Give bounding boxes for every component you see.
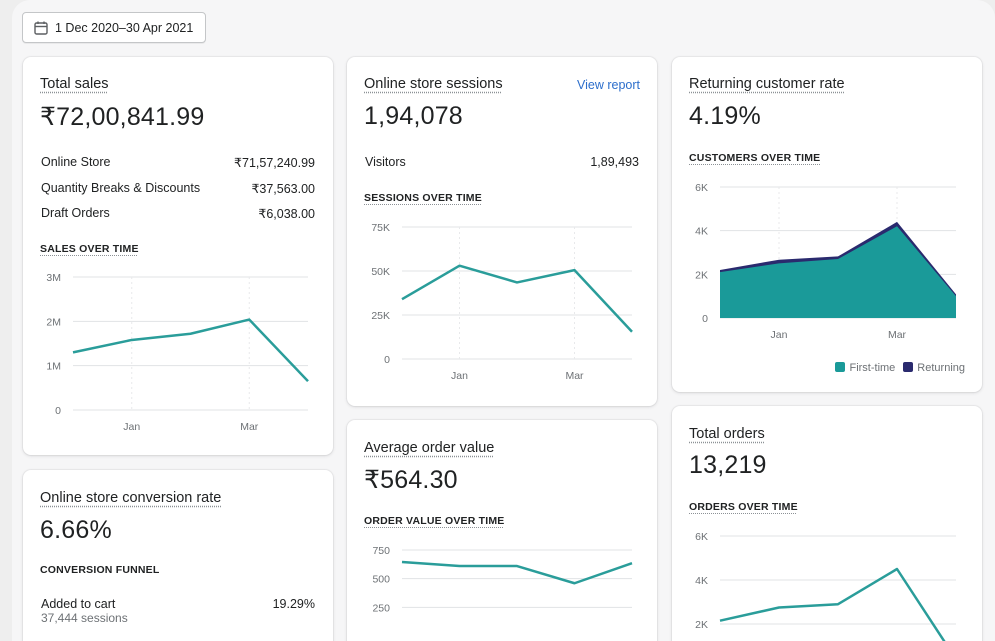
date-range-label: 1 Dec 2020–30 Apr 2021 bbox=[55, 21, 193, 35]
sessions-card: Online store sessions View report 1,94,0… bbox=[347, 57, 657, 406]
legend-first-time-label: First-time bbox=[849, 362, 895, 374]
returning-rate-card: Returning customer rate 4.19% CUSTOMERS … bbox=[672, 57, 982, 392]
first-time-area bbox=[720, 226, 956, 318]
sales-row-value: ₹37,563.00 bbox=[251, 181, 315, 196]
sessions-row: Visitors 1,89,493 bbox=[365, 155, 639, 169]
customers-over-time-chart: 6K 4K 2K 0 Jan Mar bbox=[672, 167, 982, 347]
legend-first-time: First-time bbox=[835, 362, 895, 374]
returning-value: 4.19% bbox=[689, 102, 761, 131]
sales-row-label: Quantity Breaks & Discounts bbox=[41, 181, 200, 196]
y-tick-label: 250 bbox=[372, 602, 390, 614]
calendar-icon bbox=[34, 21, 48, 35]
orders-over-time-label: ORDERS OVER TIME bbox=[689, 501, 798, 513]
customers-legend: First-time Returning bbox=[835, 362, 965, 374]
sales-row-value: ₹6,038.00 bbox=[258, 206, 315, 221]
total-sales-title[interactable]: Total sales bbox=[40, 76, 109, 92]
series-line bbox=[73, 320, 308, 382]
y-tick-label: 50K bbox=[371, 266, 390, 278]
funnel-row-sessions: 37,444 sessions bbox=[41, 611, 128, 625]
order-value-over-time-chart: 750 500 250 bbox=[347, 530, 657, 641]
y-tick-label: 3M bbox=[46, 272, 61, 284]
aov-value: ₹564.30 bbox=[364, 465, 458, 495]
y-tick-label: 6K bbox=[695, 531, 708, 543]
date-range-button[interactable]: 1 Dec 2020–30 Apr 2021 bbox=[22, 12, 206, 43]
sessions-over-time-chart: 75K 50K 25K 0 Jan Mar bbox=[347, 207, 657, 407]
conversion-card: Online store conversion rate 6.66% CONVE… bbox=[23, 470, 333, 641]
x-tick-label: Mar bbox=[565, 370, 584, 382]
y-tick-label: 2M bbox=[46, 316, 61, 328]
y-tick-label: 0 bbox=[384, 354, 390, 366]
visitors-value: 1,89,493 bbox=[590, 155, 639, 169]
y-tick-label: 0 bbox=[55, 405, 61, 417]
y-tick-label: 4K bbox=[695, 226, 708, 238]
conversion-funnel-label: CONVERSION FUNNEL bbox=[40, 564, 160, 576]
y-tick-label: 1M bbox=[46, 361, 61, 373]
x-tick-label: Jan bbox=[771, 329, 788, 341]
x-tick-label: Jan bbox=[123, 421, 140, 433]
orders-value: 13,219 bbox=[689, 451, 767, 480]
orders-card: Total orders 13,219 ORDERS OVER TIME 6K 4… bbox=[672, 406, 982, 641]
y-tick-label: 4K bbox=[695, 575, 708, 587]
y-tick-label: 0 bbox=[702, 313, 708, 325]
total-sales-value: ₹72,00,841.99 bbox=[40, 102, 204, 132]
funnel-row-text: Added to cart 37,444 sessions bbox=[41, 597, 128, 625]
x-tick-label: Mar bbox=[888, 329, 907, 341]
conversion-value: 6.66% bbox=[40, 516, 112, 545]
customers-over-time-label: CUSTOMERS OVER TIME bbox=[689, 152, 820, 164]
y-tick-label: 75K bbox=[371, 222, 390, 234]
sessions-title[interactable]: Online store sessions bbox=[364, 76, 503, 92]
orders-title[interactable]: Total orders bbox=[689, 426, 765, 442]
orders-over-time-chart: 6K 4K 2K bbox=[672, 516, 982, 641]
conversion-title[interactable]: Online store conversion rate bbox=[40, 490, 221, 506]
returning-title[interactable]: Returning customer rate bbox=[689, 76, 845, 92]
sales-row: Online Store ₹71,57,240.99 bbox=[41, 155, 315, 170]
funnel-row-label: Added to cart bbox=[41, 597, 115, 611]
y-tick-label: 2K bbox=[695, 619, 708, 631]
visitors-label: Visitors bbox=[365, 155, 406, 169]
sales-row-value: ₹71,57,240.99 bbox=[234, 155, 315, 170]
sales-row: Quantity Breaks & Discounts ₹37,563.00 bbox=[41, 181, 315, 196]
series-line bbox=[402, 266, 632, 332]
order-value-over-time-label: ORDER VALUE OVER TIME bbox=[364, 515, 505, 527]
sales-row-label: Draft Orders bbox=[41, 206, 110, 221]
sales-over-time-chart: 3M 2M 1M 0 Jan Mar bbox=[23, 257, 333, 457]
sales-over-time-label: SALES OVER TIME bbox=[40, 243, 139, 255]
x-tick-label: Jan bbox=[451, 370, 468, 382]
y-tick-label: 750 bbox=[372, 545, 390, 557]
sales-row: Draft Orders ₹6,038.00 bbox=[41, 206, 315, 221]
funnel-row-value: 19.29% bbox=[273, 597, 315, 625]
y-tick-label: 2K bbox=[695, 269, 708, 281]
legend-returning: Returning bbox=[903, 362, 965, 374]
total-sales-card: Total sales ₹72,00,841.99 Online Store ₹… bbox=[23, 57, 333, 455]
aov-card: Average order value ₹564.30 ORDER VALUE … bbox=[347, 420, 657, 641]
view-report-link[interactable]: View report bbox=[577, 78, 640, 92]
y-tick-label: 500 bbox=[372, 574, 390, 586]
legend-returning-label: Returning bbox=[917, 362, 965, 374]
funnel-row: Added to cart 37,444 sessions 19.29% bbox=[41, 597, 315, 625]
sessions-value: 1,94,078 bbox=[364, 102, 463, 131]
x-tick-label: Mar bbox=[240, 421, 259, 433]
y-tick-label: 25K bbox=[371, 310, 390, 322]
series-line bbox=[402, 562, 632, 583]
sessions-over-time-label: SESSIONS OVER TIME bbox=[364, 192, 482, 204]
aov-title[interactable]: Average order value bbox=[364, 440, 494, 456]
y-tick-label: 6K bbox=[695, 182, 708, 194]
sales-row-label: Online Store bbox=[41, 155, 110, 170]
